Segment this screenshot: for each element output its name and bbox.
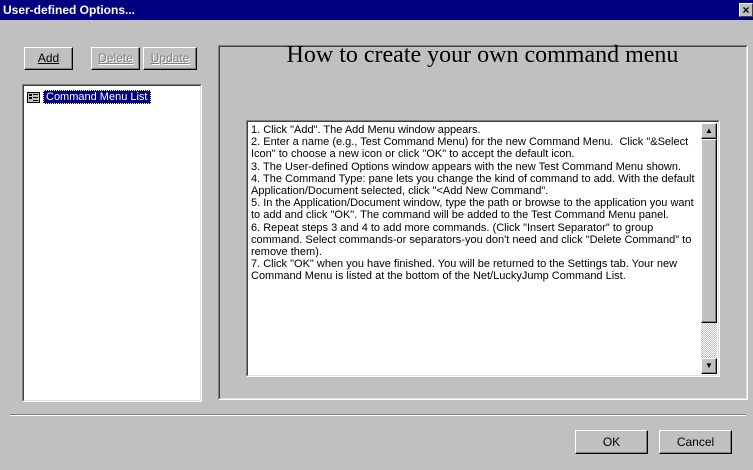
list-folder-icon — [27, 91, 40, 103]
ok-button[interactable]: OK — [575, 430, 648, 454]
add-button-label: Add — [37, 51, 60, 65]
instructions-textbox[interactable]: 1. Click "Add". The Add Menu window appe… — [246, 120, 720, 377]
vertical-scrollbar[interactable]: ▲ ▼ — [701, 123, 717, 374]
delete-button[interactable]: Delete — [91, 47, 140, 70]
scroll-down-button[interactable]: ▼ — [701, 358, 717, 374]
tree-item-label: Command Menu List — [43, 90, 151, 104]
update-button-label: Update — [150, 51, 190, 65]
cancel-button-label: Cancel — [676, 435, 715, 449]
window-title: User-defined Options... — [3, 3, 136, 17]
command-tree-panel[interactable]: Command Menu List — [22, 84, 202, 402]
arrow-down-icon: ▼ — [705, 361, 713, 370]
title-bar: User-defined Options... × — [0, 0, 753, 20]
tree-panel-border — [23, 85, 201, 401]
help-heading: How to create your own command menu — [286, 42, 679, 68]
scrollbar-thumb[interactable] — [701, 139, 717, 323]
cancel-button[interactable]: Cancel — [659, 430, 732, 454]
tree-item-command-menu-list[interactable]: Command Menu List — [27, 90, 151, 104]
scroll-up-button[interactable]: ▲ — [701, 123, 717, 139]
instructions-text: 1. Click "Add". The Add Menu window appe… — [251, 124, 695, 283]
add-button[interactable]: Add — [24, 47, 73, 70]
close-icon: × — [742, 3, 750, 17]
delete-button-label: Delete — [98, 51, 133, 65]
ok-button-label: OK — [602, 435, 621, 449]
arrow-up-icon: ▲ — [705, 126, 713, 135]
close-button[interactable]: × — [739, 3, 753, 17]
footer-separator — [10, 414, 746, 416]
update-button[interactable]: Update — [143, 47, 197, 70]
